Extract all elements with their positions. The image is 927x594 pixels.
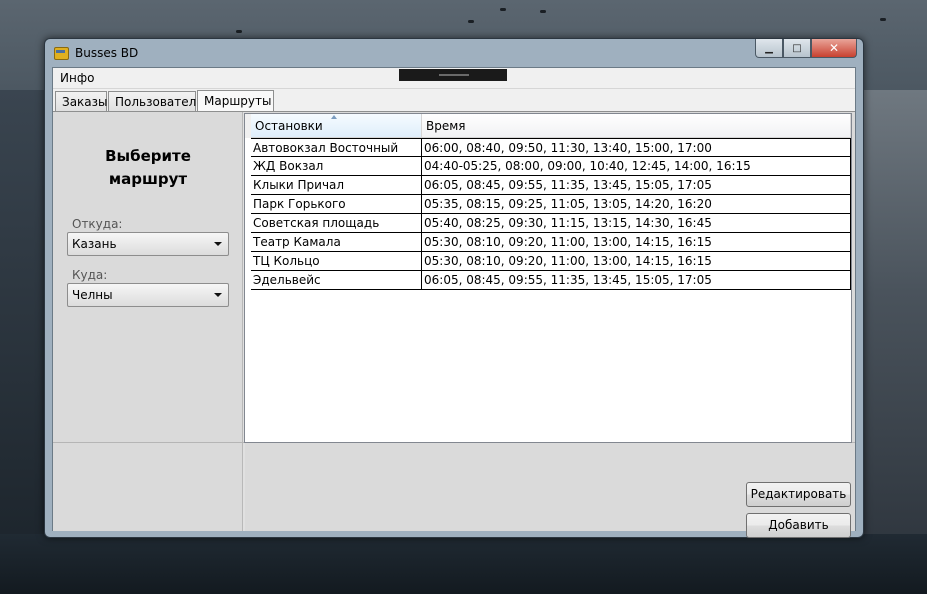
cell-time[interactable]: 04:40-05:25, 08:00, 09:00, 10:40, 12:45,… [422,157,851,176]
cell-stop[interactable]: ТЦ Кольцо [251,252,422,271]
bus-icon [54,47,69,60]
bg-left [0,90,48,594]
table-row[interactable]: Эдельвейс 06:05, 08:45, 09:55, 11:35, 13:… [251,271,851,290]
from-label: Откуда: [72,217,123,231]
maximize-button[interactable]: □ [783,39,811,58]
table-body: Автовокзал Восточный 06:00, 08:40, 09:50,… [251,138,851,290]
chevron-down-icon [214,242,222,246]
minimize-button[interactable]: ▁ [755,39,783,58]
bird [500,8,506,11]
sort-ascending-icon [331,115,337,119]
bg-bottom [0,534,927,594]
table-row[interactable]: Театр Камала 05:30, 08:10, 09:20, 11:00, … [251,233,851,252]
edit-button[interactable]: Редактировать [746,482,851,507]
close-button[interactable]: ✕ [811,39,857,58]
tab-users[interactable]: Пользователи [108,91,204,111]
cell-stop[interactable]: ЖД Вокзал [251,157,422,176]
cell-time[interactable]: 06:05, 08:45, 09:55, 11:35, 13:45, 15:05… [422,271,851,290]
table-row[interactable]: Автовокзал Восточный 06:00, 08:40, 09:50,… [251,138,851,157]
from-value: Казань [72,237,117,251]
page-title: Выберите маршрут [67,145,229,191]
chevron-down-icon [214,293,222,297]
from-select[interactable]: Казань [67,232,229,256]
to-value: Челны [72,288,113,302]
maximize-icon: □ [792,42,802,54]
caption-buttons: ▁ □ ✕ [755,39,857,59]
cell-stop[interactable]: Автовокзал Восточный [251,138,422,157]
table-row[interactable]: ЖД Вокзал 04:40-05:25, 08:00, 09:00, 10:4… [251,157,851,176]
column-header-stops[interactable]: Остановки [251,114,422,138]
cell-time[interactable]: 05:30, 08:10, 09:20, 11:00, 13:00, 14:15… [422,252,851,271]
route-selector-panel: Выберите маршрут Откуда: Казань Куда: Че… [53,112,242,442]
bird [540,10,546,13]
app-window: Busses BD ▁ □ ✕ Инфо Заказы Пользователи… [44,38,864,538]
window-title: Busses BD [75,46,139,60]
cell-time[interactable]: 05:40, 08:25, 09:30, 11:15, 13:15, 14:30… [422,214,851,233]
drag-handle[interactable] [399,69,507,81]
minimize-icon: ▁ [765,42,773,54]
column-header-time-label: Время [426,119,466,133]
cell-stop[interactable]: Эдельвейс [251,271,422,290]
cell-time[interactable]: 06:00, 08:40, 09:50, 11:30, 13:40, 15:00… [422,138,851,157]
column-header-time[interactable]: Время [422,114,851,138]
client-area: Инфо Заказы Пользователи Маршруты Выбери… [52,67,856,538]
table-row[interactable]: ТЦ Кольцо 05:30, 08:10, 09:20, 11:00, 13:… [251,252,851,271]
cell-stop[interactable]: Клыки Причал [251,176,422,195]
schedule-table[interactable]: Остановки Время Автовокзал Восточный 06:0… [244,113,852,443]
menu-item-info[interactable]: Инфо [60,71,94,85]
table-row[interactable]: Клыки Причал 06:05, 08:45, 09:55, 11:35, … [251,176,851,195]
cell-stop[interactable]: Советская площадь [251,214,422,233]
bg-right [859,90,927,594]
prompt-line1: Выберите [105,147,191,165]
tab-orders[interactable]: Заказы [55,91,108,111]
bird [236,30,242,33]
add-button[interactable]: Добавить [746,513,851,538]
routes-tab-page: Выберите маршрут Откуда: Казань Куда: Че… [53,111,855,538]
cell-stop[interactable]: Театр Камала [251,233,422,252]
close-icon: ✕ [828,41,840,55]
to-select[interactable]: Челны [67,283,229,307]
tab-routes[interactable]: Маршруты [197,90,274,112]
menu-bar: Инфо [53,68,855,89]
tab-strip: Заказы Пользователи Маршруты [53,90,855,112]
table-row[interactable]: Парк Горького 05:35, 08:15, 09:25, 11:05,… [251,195,851,214]
prompt-line2: маршрут [108,170,188,188]
bird [468,20,474,23]
cell-time[interactable]: 05:30, 08:10, 09:20, 11:00, 13:00, 14:15… [422,233,851,252]
to-label: Куда: [72,268,108,282]
bird [880,18,886,21]
cell-time[interactable]: 06:05, 08:45, 09:55, 11:35, 13:45, 15:05… [422,176,851,195]
title-bar[interactable]: Busses BD ▁ □ ✕ [45,39,863,67]
cell-time[interactable]: 05:35, 08:15, 09:25, 11:05, 13:05, 14:20… [422,195,851,214]
cell-stop[interactable]: Парк Горького [251,195,422,214]
table-row[interactable]: Советская площадь 05:40, 08:25, 09:30, 11… [251,214,851,233]
column-header-stops-label: Остановки [255,119,323,133]
table-header: Остановки Время [251,114,851,138]
